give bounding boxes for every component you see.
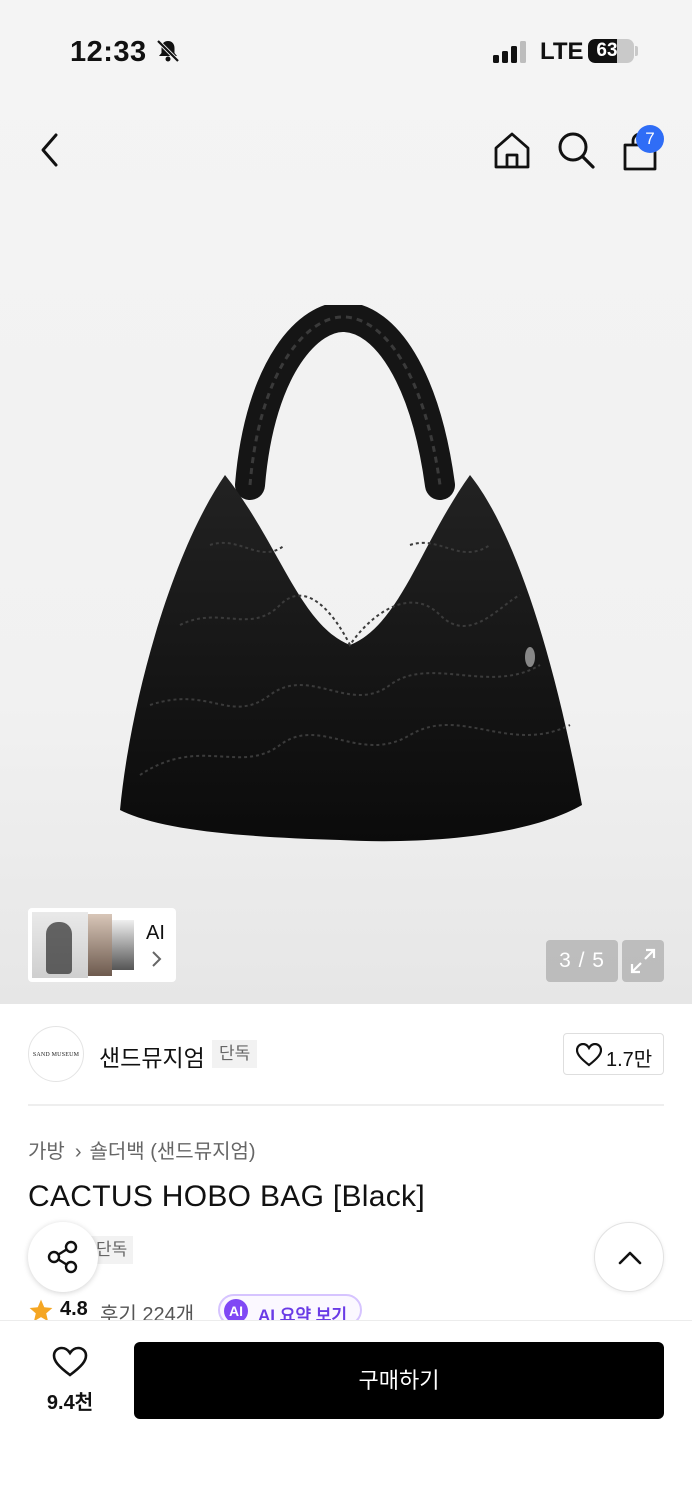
- search-icon[interactable]: [556, 130, 596, 170]
- buy-button[interactable]: 구매하기: [134, 1342, 664, 1419]
- section-divider: [28, 1104, 664, 1106]
- rating-score: 4.8: [60, 1298, 88, 1320]
- status-bar: 12:33 LTE 63: [0, 0, 692, 100]
- battery-level: 63: [596, 40, 618, 61]
- battery-icon: 63: [588, 39, 634, 63]
- ai-thumbnail-label: AI: [146, 922, 165, 944]
- brand-like-button[interactable]: 1.7만: [563, 1033, 664, 1075]
- chevron-up-icon: [618, 1251, 642, 1265]
- fullscreen-button[interactable]: [622, 940, 664, 982]
- breadcrumb-category[interactable]: 가방: [28, 1141, 65, 1163]
- breadcrumb: 가방 › 숄더백 (샌드뮤지엄): [28, 1135, 256, 1164]
- exclusive-tag: 단독: [212, 1040, 258, 1068]
- brand-like-count: 1.7만: [606, 1049, 653, 1071]
- scroll-to-top-button[interactable]: [594, 1222, 664, 1292]
- breadcrumb-subcategory[interactable]: 숄더백 (샌드뮤지엄): [89, 1141, 255, 1163]
- image-counter: 3 / 5: [546, 940, 618, 982]
- share-button[interactable]: [28, 1222, 98, 1292]
- brand-logo[interactable]: SAND MUSEUM: [28, 1026, 84, 1082]
- signal-icon: [493, 41, 526, 63]
- ai-style-thumbnail[interactable]: AI: [28, 908, 176, 982]
- breadcrumb-separator: ›: [74, 1141, 82, 1163]
- brand-name[interactable]: 샌드뮤지엄: [99, 1039, 205, 1073]
- style-photo-2: [88, 914, 112, 976]
- status-time: 12:33: [70, 36, 147, 68]
- product-photo[interactable]: [110, 305, 590, 850]
- back-arrow-icon[interactable]: [38, 132, 62, 168]
- home-icon[interactable]: [492, 130, 532, 170]
- wishlist-count: 9.4천: [46, 1392, 94, 1414]
- product-title: CACTUS HOBO BAG [Black]: [28, 1180, 425, 1213]
- wishlist-button[interactable]: 9.4천: [28, 1346, 112, 1416]
- heart-outline-icon: [52, 1346, 88, 1377]
- cart-count-badge: 7: [636, 125, 664, 153]
- chevron-right-icon: [152, 951, 162, 967]
- network-type: LTE: [540, 38, 584, 65]
- expand-icon: [630, 948, 656, 974]
- share-icon: [47, 1240, 78, 1274]
- style-photo-3: [112, 920, 134, 970]
- battery-tip: [635, 46, 638, 56]
- heart-icon: [576, 1043, 602, 1067]
- mute-bell-icon: [156, 39, 180, 63]
- style-figure: [46, 922, 72, 974]
